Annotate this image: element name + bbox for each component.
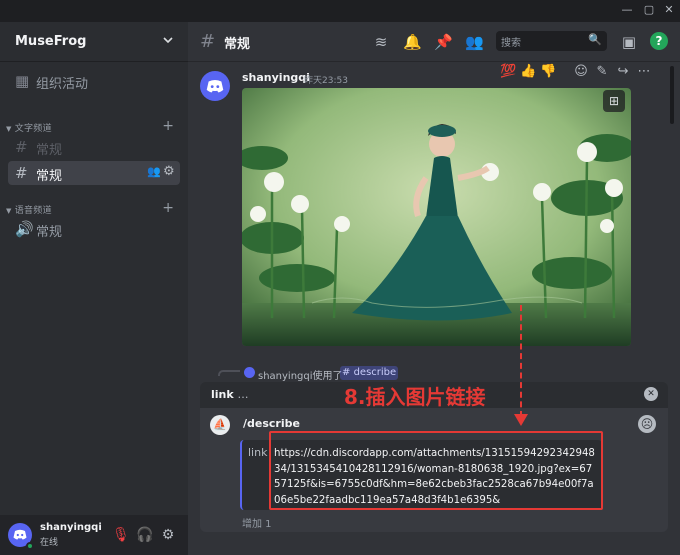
search-input[interactable]: 搜索 🔍: [496, 31, 607, 51]
message-author[interactable]: shanyingqi: [242, 71, 310, 84]
reaction-100[interactable]: 💯: [500, 64, 516, 79]
more-icon[interactable]: ⋯: [635, 64, 653, 79]
annotation-text: 8.插入图片链接: [344, 385, 486, 409]
interaction-command-name: describe: [353, 367, 397, 378]
reaction-thumbs-down[interactable]: 👎: [540, 64, 556, 79]
message-timestamp: 昨天23:53: [304, 76, 348, 86]
threads-icon[interactable]: ≋: [372, 33, 390, 51]
annotation-highlight-box: [269, 431, 603, 510]
help-icon[interactable]: ?: [650, 32, 668, 50]
channel-label: 常规: [36, 225, 63, 240]
close-icon[interactable]: ✕: [644, 387, 658, 401]
reaction-bar: 💯 👍 👎: [500, 60, 561, 80]
window-titlebar: — ▢ ✕: [0, 0, 680, 22]
reaction-thumbs-up[interactable]: 👍: [520, 64, 536, 79]
image-actions-icon[interactable]: ⊞: [603, 90, 625, 112]
minimize-icon[interactable]: —: [620, 3, 634, 17]
voice-category-label: 语音频道: [14, 206, 52, 216]
annotation-arrow-head: [514, 414, 528, 426]
text-category-label: 文字频道: [14, 124, 52, 134]
server-header[interactable]: MuseFrog: [0, 22, 188, 62]
emoji-icon[interactable]: ☹: [638, 415, 656, 433]
member-list-icon[interactable]: 👥: [465, 33, 484, 51]
edit-icon[interactable]: ✎: [593, 64, 611, 79]
events-item[interactable]: ▦ 组织活动: [8, 69, 180, 93]
hash-icon: #: [15, 138, 28, 156]
link-option-label: link: [248, 446, 268, 459]
pin-icon[interactable]: 📌: [434, 33, 453, 51]
hash-icon: #: [15, 164, 28, 182]
close-icon[interactable]: ✕: [662, 3, 676, 17]
online-status-dot: [26, 542, 34, 550]
add-more-options[interactable]: 增加 1: [242, 515, 272, 530]
add-member-icon[interactable]: 👥: [147, 165, 161, 178]
server-name: MuseFrog: [15, 34, 87, 49]
chevron-down-icon: [163, 37, 173, 44]
message-actions: ☺ ✎ ↪ ⋯: [572, 60, 656, 79]
command-name: /describe: [243, 417, 300, 430]
interaction-avatar: [244, 367, 255, 378]
channel-sidebar: MuseFrog ▦ 组织活动 ▼ 文字频道 + # 常规 # 常规 👥 ⚙ ▼ 语…: [0, 22, 188, 555]
discord-logo-icon: [206, 79, 224, 93]
events-label: 组织活动: [36, 77, 89, 92]
gear-icon[interactable]: ⚙: [163, 164, 175, 179]
interaction-user: shanyingqi使用了: [258, 371, 343, 382]
interaction-command[interactable]: # describe: [340, 366, 399, 380]
bot-icon: ⛵: [210, 415, 230, 435]
annotation-arrow-line: [520, 305, 522, 417]
headphones-icon[interactable]: 🎧: [136, 527, 153, 543]
add-reaction-icon[interactable]: ☺: [572, 64, 590, 79]
channel-label: 常规: [36, 143, 63, 158]
sidebar-item-voice-general[interactable]: 🔊 常规: [8, 217, 180, 241]
attached-image[interactable]: [242, 88, 631, 346]
username: shanyingqi: [40, 522, 102, 533]
calendar-icon: ▦: [15, 72, 30, 90]
reply-connector: [218, 370, 240, 376]
option-bar-name: link: [211, 388, 234, 401]
user-panel: shanyingqi 在线 🎙 🎧 ⚙: [0, 515, 188, 555]
hash-icon: #: [200, 31, 216, 52]
reply-icon[interactable]: ↪: [614, 64, 632, 79]
search-placeholder: 搜索: [501, 38, 521, 49]
channel-header: # 常规 ≋ 🔔 📌 👥 搜索 🔍 ▣ ?: [188, 22, 680, 62]
maximize-icon[interactable]: ▢: [642, 3, 656, 17]
search-icon: 🔍: [588, 33, 602, 46]
scrollbar[interactable]: [670, 66, 674, 124]
option-bar-label: link …: [211, 388, 249, 401]
sidebar-item-general-active[interactable]: # 常规 👥 ⚙: [8, 161, 180, 185]
voice-category[interactable]: ▼ 语音频道: [6, 203, 52, 216]
bell-icon[interactable]: 🔔: [403, 33, 422, 51]
discord-logo-icon: [13, 529, 27, 540]
mic-muted-icon[interactable]: 🎙: [112, 527, 130, 543]
add-text-channel-icon[interactable]: +: [162, 119, 174, 133]
user-status: 在线: [40, 538, 59, 548]
caret-down-icon: ▼: [6, 207, 12, 215]
channel-title: 常规: [224, 37, 251, 52]
speaker-icon: 🔊: [15, 220, 34, 238]
user-settings-gear-icon[interactable]: ⚙: [160, 527, 176, 543]
inbox-icon[interactable]: ▣: [620, 33, 638, 51]
woman-lotus-photo: [242, 88, 631, 346]
message-avatar[interactable]: [200, 71, 230, 101]
caret-down-icon: ▼: [6, 125, 12, 133]
channel-label: 常规: [36, 169, 63, 184]
option-bar-ellipsis: …: [237, 388, 249, 401]
add-voice-channel-icon[interactable]: +: [162, 201, 174, 215]
text-category[interactable]: ▼ 文字频道: [6, 121, 52, 134]
sidebar-item-general-muted[interactable]: # 常规: [8, 135, 180, 159]
